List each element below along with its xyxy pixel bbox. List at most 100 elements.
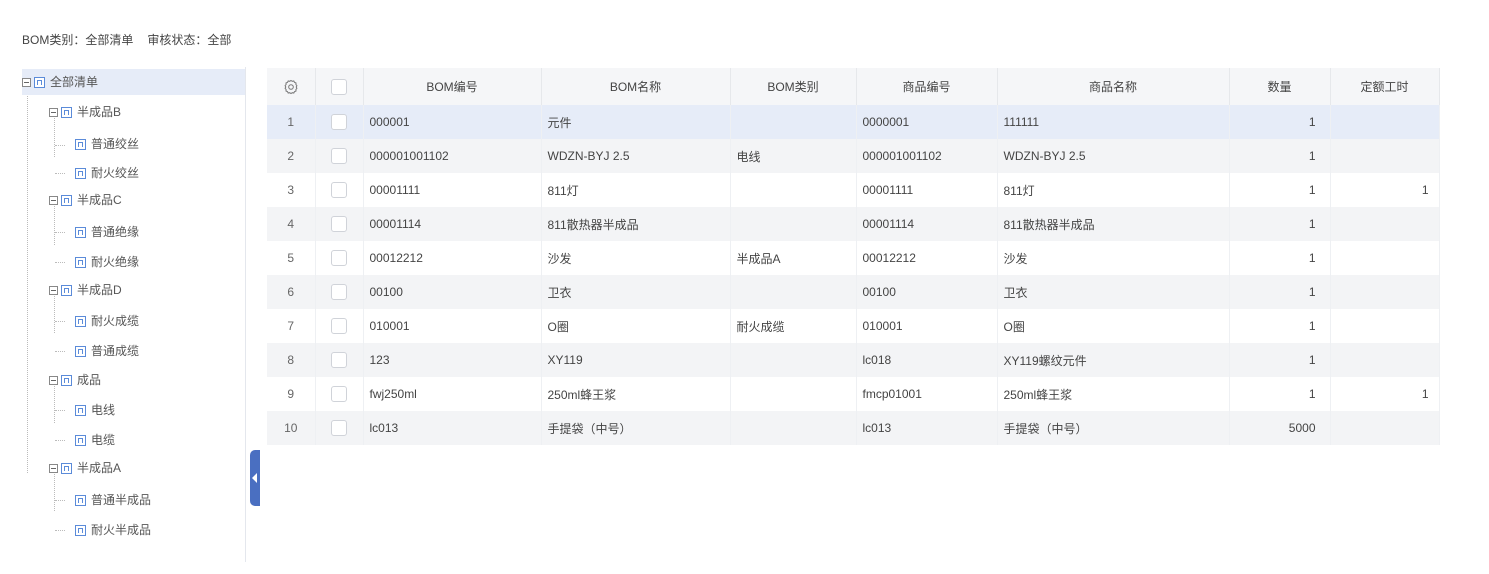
- cell-bom-category: [730, 173, 857, 207]
- tree-node-leaf[interactable]: 普通半成品: [75, 487, 151, 513]
- status-filter-label: 审核状态：: [147, 33, 208, 47]
- row-checkbox[interactable]: [331, 182, 347, 198]
- column-header-product-code[interactable]: 商品编号: [856, 68, 998, 105]
- folder-icon: [75, 524, 86, 536]
- cell-bom-code: 000001001102: [363, 139, 542, 173]
- cell-bom-code: 00001111: [363, 173, 542, 207]
- tree-node-group[interactable]: 半成品A: [49, 455, 121, 481]
- tree-node-leaf[interactable]: 普通绝缘: [75, 219, 139, 245]
- tree-node-label: 普通半成品: [91, 493, 152, 507]
- folder-icon: [75, 256, 86, 268]
- column-header-product-name[interactable]: 商品名称: [997, 68, 1230, 105]
- cell-standard-hours: [1330, 241, 1440, 275]
- row-checkbox-cell[interactable]: [315, 411, 364, 445]
- tree-node-leaf[interactable]: 电缆: [75, 427, 115, 453]
- tree-node-leaf[interactable]: 普通绞丝: [75, 131, 139, 157]
- row-checkbox[interactable]: [331, 284, 347, 300]
- table-row[interactable]: 4 00001114 811散热器半成品 00001114 811散热器半成品 …: [267, 207, 1440, 241]
- cell-bom-name: 250ml蜂王浆: [541, 377, 731, 411]
- row-checkbox-cell[interactable]: [315, 343, 364, 377]
- cell-product-name: 250ml蜂王浆: [997, 377, 1230, 411]
- tree-node-group[interactable]: 半成品C: [49, 187, 122, 213]
- collapse-toggle-icon[interactable]: [49, 107, 58, 117]
- collapse-toggle-icon[interactable]: [49, 285, 58, 295]
- cell-standard-hours: [1330, 105, 1440, 139]
- cell-product-code: 00012212: [856, 241, 998, 275]
- collapse-toggle-icon[interactable]: [49, 195, 58, 205]
- folder-icon: [75, 434, 86, 446]
- row-checkbox[interactable]: [331, 352, 347, 368]
- row-index: 10: [267, 411, 316, 445]
- row-checkbox[interactable]: [331, 114, 347, 130]
- column-header-quantity[interactable]: 数量: [1229, 68, 1331, 105]
- tree-node-group[interactable]: 半成品B: [49, 99, 121, 125]
- tree-node-group[interactable]: 半成品D: [49, 277, 122, 303]
- row-checkbox-cell[interactable]: [315, 139, 364, 173]
- cell-quantity: 1: [1229, 105, 1331, 139]
- row-checkbox-cell[interactable]: [315, 377, 364, 411]
- row-checkbox-cell[interactable]: [315, 173, 364, 207]
- row-checkbox[interactable]: [331, 386, 347, 402]
- collapse-toggle-icon[interactable]: [49, 375, 58, 385]
- cell-standard-hours: 1: [1330, 173, 1440, 207]
- folder-icon: [75, 404, 86, 416]
- row-checkbox[interactable]: [331, 250, 347, 266]
- column-header-bom-code[interactable]: BOM编号: [363, 68, 542, 105]
- row-checkbox[interactable]: [331, 148, 347, 164]
- tree-connector: [27, 79, 28, 473]
- table-row[interactable]: 2 000001001102 WDZN-BYJ 2.5 电线 000001001…: [267, 139, 1440, 173]
- category-filter-value[interactable]: 全部清单: [85, 31, 133, 48]
- cell-bom-code: 00001114: [363, 207, 542, 241]
- status-filter-value[interactable]: 全部: [207, 31, 231, 48]
- column-header-standard-hours[interactable]: 定额工时: [1330, 68, 1440, 105]
- select-all-checkbox-cell[interactable]: [315, 68, 364, 105]
- row-checkbox[interactable]: [331, 318, 347, 334]
- table-row[interactable]: 5 00012212 沙发 半成品A 00012212 沙发 1: [267, 241, 1440, 275]
- row-checkbox-cell[interactable]: [315, 241, 364, 275]
- tree-node-leaf[interactable]: 电线: [75, 397, 115, 423]
- tree-node-leaf[interactable]: 耐火绝缘: [75, 249, 139, 275]
- collapse-toggle-icon[interactable]: [22, 77, 31, 87]
- table-row[interactable]: 6 00100 卫衣 00100 卫衣 1: [267, 275, 1440, 309]
- tree-node-label: 半成品B: [77, 105, 122, 119]
- cell-product-code: lc013: [856, 411, 998, 445]
- row-checkbox-cell[interactable]: [315, 207, 364, 241]
- select-all-checkbox[interactable]: [331, 78, 347, 95]
- column-settings-button[interactable]: [267, 68, 316, 105]
- cell-bom-name: 手提袋（中号）: [541, 411, 731, 445]
- folder-icon: [61, 374, 72, 386]
- row-checkbox[interactable]: [331, 420, 347, 436]
- row-index: 6: [267, 275, 316, 309]
- row-checkbox-cell[interactable]: [315, 309, 364, 343]
- gear-icon[interactable]: [283, 79, 299, 95]
- folder-icon: [34, 76, 45, 88]
- cell-bom-code: 123: [363, 343, 542, 377]
- cell-standard-hours: [1330, 309, 1440, 343]
- table-row[interactable]: 3 00001111 811灯 00001111 811灯 1 1: [267, 173, 1440, 207]
- tree-node-leaf[interactable]: 耐火成缆: [75, 308, 139, 334]
- tree-node-root[interactable]: 全部清单: [22, 69, 245, 95]
- tree-node-label: 普通绝缘: [91, 225, 140, 239]
- table-row[interactable]: 9 fwj250ml 250ml蜂王浆 fmcp01001 250ml蜂王浆 1…: [267, 377, 1440, 411]
- table-row[interactable]: 8 123 XY119 lc018 XY119螺纹元件 1: [267, 343, 1440, 377]
- cell-bom-code: lc013: [363, 411, 542, 445]
- row-checkbox-cell[interactable]: [315, 105, 364, 139]
- column-header-bom-category[interactable]: BOM类别: [730, 68, 857, 105]
- table-row[interactable]: 1 000001 元件 0000001 111111 1: [267, 105, 1440, 139]
- cell-product-name: 111111: [997, 105, 1230, 139]
- tree-node-leaf[interactable]: 普通成缆: [75, 338, 139, 364]
- row-checkbox-cell[interactable]: [315, 275, 364, 309]
- column-header-bom-name[interactable]: BOM名称: [541, 68, 731, 105]
- cell-bom-code: 000001: [363, 105, 542, 139]
- tree-node-group[interactable]: 成品: [49, 367, 101, 393]
- tree-node-leaf[interactable]: 耐火半成品: [75, 517, 151, 543]
- table-row[interactable]: 7 010001 O圈 耐火成缆 010001 O圈 1: [267, 309, 1440, 343]
- tree-node-leaf[interactable]: 耐火绞丝: [75, 160, 139, 186]
- collapse-panel-button[interactable]: [250, 450, 260, 506]
- cell-bom-name: 沙发: [541, 241, 731, 275]
- row-checkbox[interactable]: [331, 216, 347, 232]
- table-row[interactable]: 10 lc013 手提袋（中号） lc013 手提袋（中号） 5000: [267, 411, 1440, 445]
- collapse-toggle-icon[interactable]: [49, 463, 58, 473]
- cell-product-code: 00100: [856, 275, 998, 309]
- cell-standard-hours: [1330, 207, 1440, 241]
